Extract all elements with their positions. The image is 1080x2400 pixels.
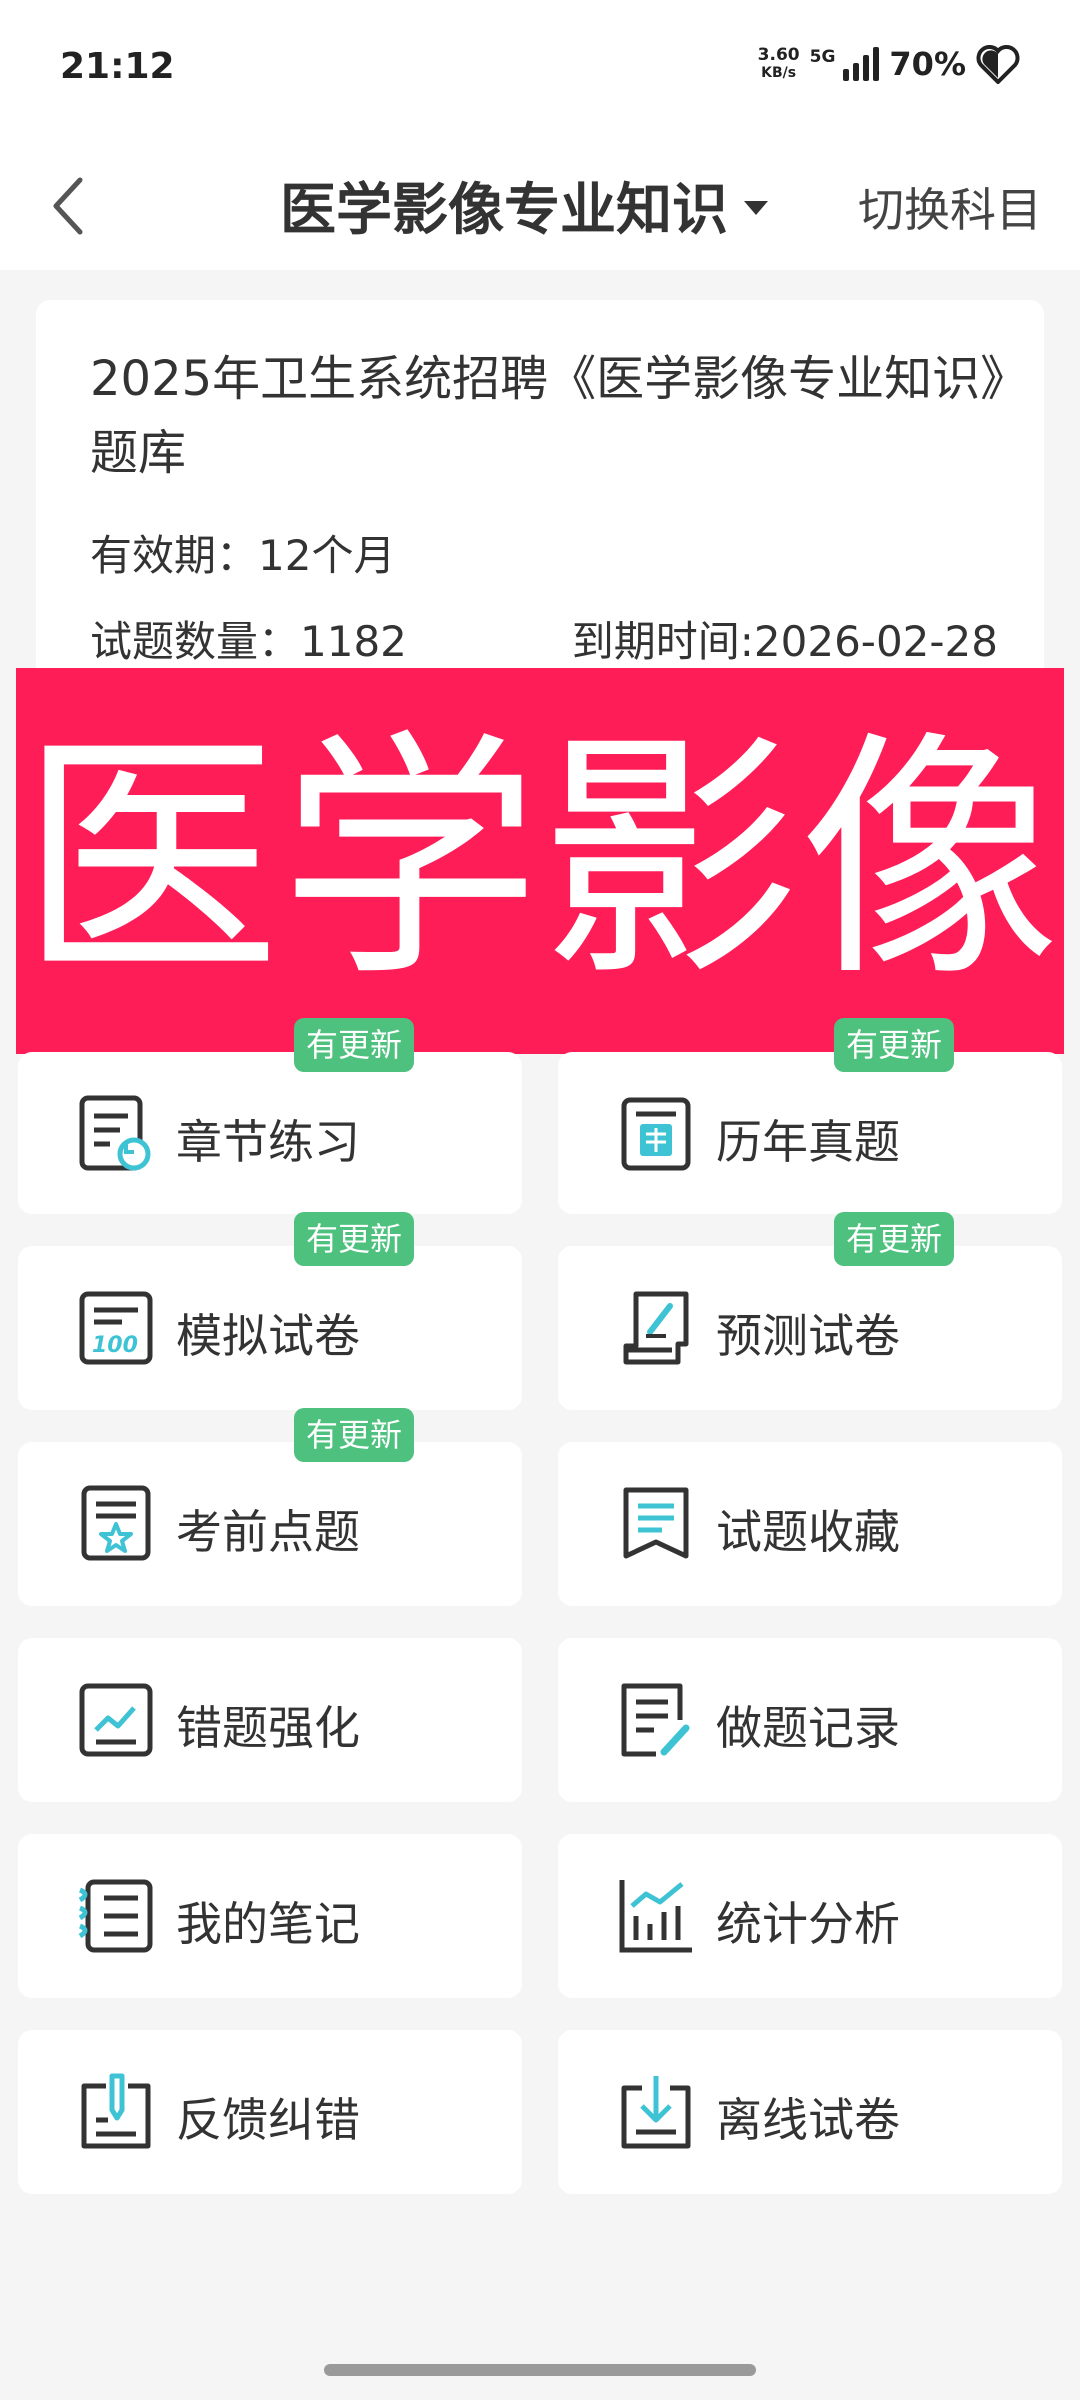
mock-exam-icon: 100 [79,1291,153,1365]
update-badge: 有更新 [294,1212,415,1266]
tile-wrong-questions[interactable]: 错题强化 [18,1638,522,1802]
update-badge: 有更新 [834,1018,955,1072]
tile-label: 离线试卷 [716,2093,900,2147]
network-speed: 3.60 KB/s [758,46,800,82]
tile-my-notes[interactable]: 我的笔记 [18,1834,522,1998]
promo-banner: 医学影像 [16,668,1064,1054]
status-time: 21:12 [60,46,175,87]
notes-icon [78,1879,153,1953]
tile-bookmarks[interactable]: 试题收藏 [558,1442,1062,1606]
tile-chapter-practice[interactable]: 章节练习 有更新 [18,1018,522,1214]
tile-label: 章节练习 [176,1115,360,1169]
past-exams-icon [621,1097,691,1171]
tile-statistics[interactable]: 统计分析 [558,1834,1062,1998]
question-count: 试题数量：1182 [90,617,407,666]
tile-label: 错题强化 [176,1701,360,1755]
tile-past-exams[interactable]: 历年真题 有更新 [558,1018,1062,1214]
tile-label: 预测试卷 [716,1309,900,1363]
pre-exam-tips-icon [81,1485,151,1561]
tile-label: 反馈纠错 [176,2093,360,2147]
subject-selector[interactable]: 医学影像专业知识 [280,160,768,250]
update-badge: 有更新 [834,1212,955,1266]
banner-text: 医学影像 [20,710,1060,1012]
switch-subject-button[interactable]: 切换科目 [858,174,1042,240]
tile-pre-exam-tips[interactable]: 考前点题 有更新 [18,1408,522,1606]
signal-icon: 5G [810,47,880,81]
tile-label: 统计分析 [716,1897,900,1951]
tile-forecast-exam[interactable]: 预测试卷 有更新 [558,1212,1062,1410]
validity-period: 有效期：12个月 [90,531,396,580]
network-type: 5G [809,47,836,67]
practice-record-icon [621,1683,690,1757]
tile-practice-record[interactable]: 做题记录 [558,1638,1062,1802]
bookmark-icon [623,1487,689,1559]
caret-down-icon [744,201,768,215]
tile-label: 我的笔记 [176,1897,360,1951]
home-indicator[interactable] [324,2364,756,2376]
battery-level: 70% [889,45,966,83]
status-icons: 3.60 KB/s 5G 70% [758,44,1020,84]
network-speed-value: 3.60 [757,45,800,65]
status-bar: 21:12 3.60 KB/s 5G 70% [0,0,1080,140]
update-badge: 有更新 [294,1408,415,1462]
question-bank-title: 2025年卫生系统招聘《医学影像专业知识》题库 [90,351,1005,481]
tile-label: 模拟试卷 [176,1309,360,1363]
nav-title: 医学影像专业知识 [280,177,728,243]
update-badge: 有更新 [294,1018,415,1072]
tile-offline-exams[interactable]: 离线试卷 [558,2030,1062,2194]
tile-mock-exam[interactable]: 100 模拟试卷 有更新 [18,1212,522,1410]
forecast-exam-icon [623,1291,689,1365]
battery-heart-icon [976,45,1020,84]
nav-bar: 医学影像专业知识 切换科目 [0,140,1080,270]
network-speed-unit: KB/s [761,65,797,81]
signal-bars [843,47,880,81]
statistics-icon [619,1880,692,1953]
question-bank-card: 2025年卫生系统招聘《医学影像专业知识》题库 有效期：12个月 试题数量：11… [36,300,1044,680]
tile-feedback[interactable]: 反馈纠错 [18,2030,522,2194]
svg-text:100: 100 [92,1333,138,1358]
tile-label: 历年真题 [716,1115,900,1169]
back-arrow-icon[interactable] [40,168,100,244]
tile-label: 试题收藏 [716,1505,900,1559]
wrong-questions-icon [79,1683,153,1757]
offline-download-icon [621,2076,691,2149]
expiry-date: 到期时间:2026-02-28 [571,617,998,666]
tile-label: 考前点题 [176,1505,360,1559]
tile-label: 做题记录 [716,1701,900,1755]
chapter-practice-icon [79,1095,151,1171]
feedback-icon [81,2073,151,2149]
